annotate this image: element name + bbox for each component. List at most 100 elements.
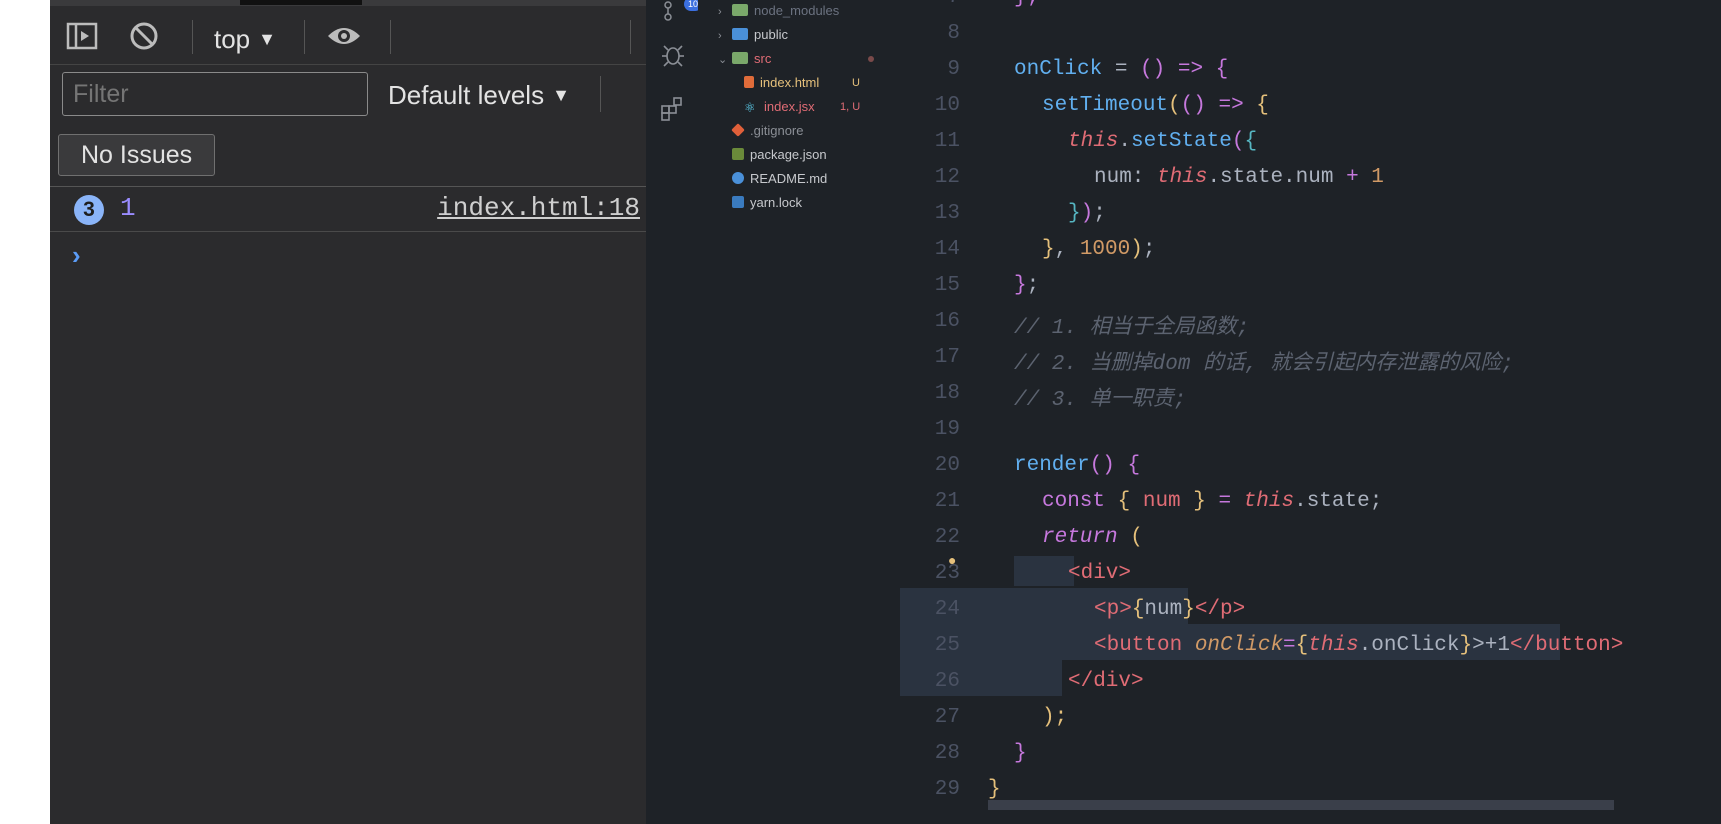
context-selector[interactable]: top ▼ bbox=[214, 24, 276, 55]
line-number: 17 bbox=[934, 346, 960, 369]
tree-item-label: public bbox=[754, 27, 788, 42]
tree-item-label: yarn.lock bbox=[750, 195, 803, 210]
show-sidebar-icon[interactable] bbox=[64, 20, 100, 52]
code-line-14: }, 1000); bbox=[1042, 238, 1156, 261]
tree-item-label: README.md bbox=[750, 171, 828, 186]
line-number: 21 bbox=[934, 490, 960, 513]
console-filter-input[interactable] bbox=[62, 72, 368, 116]
line-number: 22 bbox=[934, 526, 960, 549]
tree-item-readme[interactable]: README.md bbox=[732, 168, 827, 190]
tree-item-node-modules[interactable]: › node_modules bbox=[718, 0, 839, 22]
console-message-value: 1 bbox=[120, 193, 136, 223]
vscode-window: 10 › node_modules › public ⌄ src index.html… bbox=[646, 0, 1721, 824]
source-control-icon[interactable]: 10 bbox=[658, 0, 702, 26]
console-toolbar: top ▼ bbox=[50, 6, 646, 65]
activity-bar: 10 bbox=[646, 0, 702, 824]
tree-item-label: node_modules bbox=[754, 3, 840, 18]
tree-item-yarn-lock[interactable]: yarn.lock bbox=[732, 192, 802, 214]
context-label: top bbox=[214, 24, 251, 54]
code-line-23: <div> bbox=[1068, 562, 1132, 585]
caret-down-icon: ▼ bbox=[258, 29, 276, 49]
code-editor[interactable]: ● 7 8 9 10 11 12 13 14 15 16 17 18 19 20… bbox=[900, 0, 1721, 824]
horizontal-scrollbar[interactable] bbox=[988, 800, 1614, 810]
code-line-21: const { num } = this.state; bbox=[1042, 490, 1383, 513]
line-number: 27 bbox=[934, 706, 960, 729]
folder-open-icon bbox=[732, 52, 748, 64]
npm-file-icon bbox=[732, 148, 744, 160]
line-number: 24 bbox=[934, 598, 960, 621]
modified-dot-icon bbox=[868, 56, 874, 62]
toolbar-divider bbox=[192, 20, 193, 54]
debug-icon[interactable] bbox=[658, 40, 688, 70]
line-number: 11 bbox=[934, 130, 960, 153]
code-comment-17: // 2. 当删掉dom 的话, 就会引起内存泄露的风险; bbox=[1014, 353, 1514, 376]
issues-button[interactable]: No Issues bbox=[58, 134, 216, 176]
console-prompt-chevron-icon[interactable]: › bbox=[72, 240, 81, 271]
selection-highlight bbox=[1014, 556, 1074, 586]
code-line-29: } bbox=[988, 778, 1001, 801]
log-levels-dropdown[interactable]: Default levels ▼ bbox=[388, 80, 570, 111]
code-line-15: }; bbox=[1014, 274, 1040, 297]
caret-down-icon: ▼ bbox=[552, 85, 570, 105]
code-line-12: num: this.state.num + 1 bbox=[1094, 166, 1384, 189]
react-file-icon: ⚛ bbox=[744, 100, 756, 115]
code-line-24: <p>{num}</p> bbox=[1094, 598, 1246, 621]
chevron-right-icon: › bbox=[718, 6, 722, 18]
tree-item-package-json[interactable]: package.json bbox=[732, 144, 827, 166]
toolbar-divider bbox=[390, 20, 391, 54]
line-number: 14 bbox=[934, 238, 960, 261]
code-line-28: } bbox=[1014, 742, 1027, 765]
tree-item-gitignore[interactable]: .gitignore bbox=[731, 120, 804, 142]
line-number: 8 bbox=[947, 22, 960, 45]
code-line-20: render() { bbox=[1014, 454, 1141, 477]
git-status-badge: U bbox=[852, 77, 860, 89]
code-line-26: </div> bbox=[1068, 670, 1144, 693]
line-number: 28 bbox=[934, 742, 960, 765]
tree-item-label: index.html bbox=[760, 75, 820, 90]
toolbar-divider bbox=[304, 20, 305, 54]
html-file-icon bbox=[744, 76, 754, 88]
line-number: 18 bbox=[934, 382, 960, 405]
clear-console-icon[interactable] bbox=[126, 20, 162, 52]
code-comment-18: // 3. 单一职责; bbox=[1014, 389, 1187, 412]
line-number: 10 bbox=[934, 94, 960, 117]
tree-item-index-html[interactable]: index.html U bbox=[744, 72, 894, 94]
code-line-10: setTimeout(() => { bbox=[1042, 94, 1269, 117]
toolbar-divider bbox=[600, 76, 601, 112]
console-message-row: 3 1 index.html:18 bbox=[50, 187, 646, 232]
console-source-link[interactable]: index.html:18 bbox=[437, 193, 640, 223]
devtools-console-panel: top ▼ Default levels ▼ No Issues 3 1 index… bbox=[50, 0, 646, 824]
line-number: 20 bbox=[934, 454, 960, 477]
line-number: 13 bbox=[934, 202, 960, 225]
git-status-badge: 1, U bbox=[840, 101, 861, 113]
line-number: 7 bbox=[900, 0, 960, 9]
code-line-13: }); bbox=[1068, 202, 1106, 225]
code-line-27: ); bbox=[1042, 706, 1068, 729]
folder-icon bbox=[732, 28, 748, 40]
line-number: 25 bbox=[934, 634, 960, 657]
toolbar-divider bbox=[630, 20, 631, 54]
line-number: 12 bbox=[934, 166, 960, 189]
chevron-down-icon: ⌄ bbox=[718, 54, 728, 66]
repeat-count-badge: 3 bbox=[74, 195, 104, 225]
tree-item-label: src bbox=[754, 51, 772, 66]
line-number: 16 bbox=[934, 310, 960, 333]
line-number: 23 bbox=[934, 562, 960, 585]
extensions-icon[interactable] bbox=[658, 94, 688, 124]
tree-item-label: index.jsx bbox=[764, 99, 815, 114]
line-number: 29 bbox=[934, 778, 960, 801]
tree-item-src[interactable]: ⌄ src bbox=[718, 48, 888, 70]
git-file-icon bbox=[731, 123, 745, 137]
active-tab-indicator bbox=[240, 0, 362, 5]
file-explorer: › node_modules › public ⌄ src index.html U … bbox=[698, 0, 900, 824]
tree-item-index-jsx[interactable]: ⚛ index.jsx 1, U bbox=[744, 96, 894, 118]
code-line-7: }; bbox=[1014, 0, 1039, 9]
live-expression-eye-icon[interactable] bbox=[326, 20, 362, 52]
code-comment-16: // 1. 相当于全局函数; bbox=[1014, 317, 1250, 340]
chevron-right-icon: › bbox=[718, 30, 722, 42]
code-line-11: this.setState({ bbox=[1068, 130, 1258, 153]
code-line-22: return ( bbox=[1042, 526, 1143, 549]
tree-item-label: .gitignore bbox=[750, 123, 804, 138]
tree-item-public[interactable]: › public bbox=[718, 24, 788, 46]
folder-icon bbox=[732, 4, 748, 16]
